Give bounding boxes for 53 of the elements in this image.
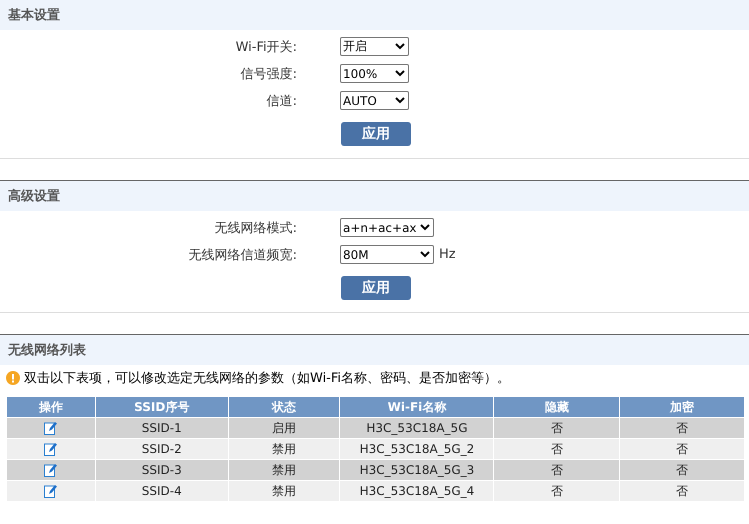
edit-icon[interactable] — [44, 421, 58, 436]
table-cell: 否 — [620, 418, 744, 438]
table-cell: H3C_53C18A_5G_4 — [340, 480, 494, 502]
table-cell: 禁用 — [228, 438, 340, 460]
column-header: 加密 — [620, 396, 744, 418]
warning-icon — [6, 371, 20, 385]
section-title: 基本设置 — [8, 7, 60, 24]
field-label: 无线网络信道频宽: — [188, 246, 297, 264]
unit-label: Hz — [439, 247, 456, 262]
chevron-icon — [395, 97, 405, 104]
edit-icon[interactable] — [44, 484, 58, 498]
column-header: 操作 — [6, 396, 96, 418]
select-field[interactable]: 100% — [340, 64, 409, 83]
table-cell: SSID-4 — [95, 480, 228, 502]
select-field[interactable]: 80M — [340, 245, 434, 264]
apply-button[interactable]: 应用 — [341, 122, 411, 146]
table-cell: H3C_53C18A_5G_2 — [340, 438, 494, 460]
column-header: 状态 — [228, 396, 340, 418]
table-cell: SSID-2 — [95, 438, 228, 460]
column-header: SSID序号 — [95, 396, 228, 418]
table-cell: 否 — [620, 438, 744, 460]
field-label: Wi-Fi开关: — [234, 38, 297, 56]
field-label: 无线网络模式: — [214, 220, 297, 236]
select-field[interactable]: a+n+ac+ax — [340, 218, 434, 237]
edit-icon[interactable] — [44, 463, 58, 478]
table-cell: H3C_53C18A_5G_3 — [340, 460, 494, 480]
table-cell: 启用 — [228, 418, 340, 438]
section-title: 无线网络列表 — [8, 342, 86, 359]
table-cell: 禁用 — [228, 480, 340, 502]
table-cell: 禁用 — [228, 460, 340, 480]
chevron-icon — [420, 224, 430, 231]
table-cell: 否 — [494, 418, 620, 438]
select-field[interactable]: AUTO — [340, 91, 409, 110]
table-cell: 否 — [494, 438, 620, 460]
apply-button[interactable]: 应用 — [341, 276, 411, 300]
chevron-icon — [420, 251, 430, 258]
select-field[interactable]: 开启 — [340, 37, 409, 56]
field-label: 信道: — [266, 92, 297, 110]
field-label: 信号强度: — [240, 66, 297, 82]
table-cell: 否 — [494, 480, 620, 502]
table-cell: SSID-3 — [95, 460, 228, 480]
table-cell: 否 — [494, 460, 620, 480]
table-cell: H3C_53C18A_5G — [340, 418, 494, 438]
notice-text: 双击以下表项，可以修改选定无线网络的参数（如Wi-Fi名称、密码、是否加密等）。 — [24, 370, 510, 387]
chevron-icon — [395, 70, 405, 77]
edit-icon[interactable] — [44, 442, 58, 456]
section-title: 高级设置 — [8, 188, 60, 205]
table-cell: 否 — [620, 480, 744, 502]
column-header: Wi-Fi名称 — [340, 396, 494, 418]
table-cell: SSID-1 — [95, 418, 228, 438]
table-cell: 否 — [620, 460, 744, 480]
chevron-icon — [395, 43, 405, 50]
column-header: 隐藏 — [494, 396, 620, 418]
